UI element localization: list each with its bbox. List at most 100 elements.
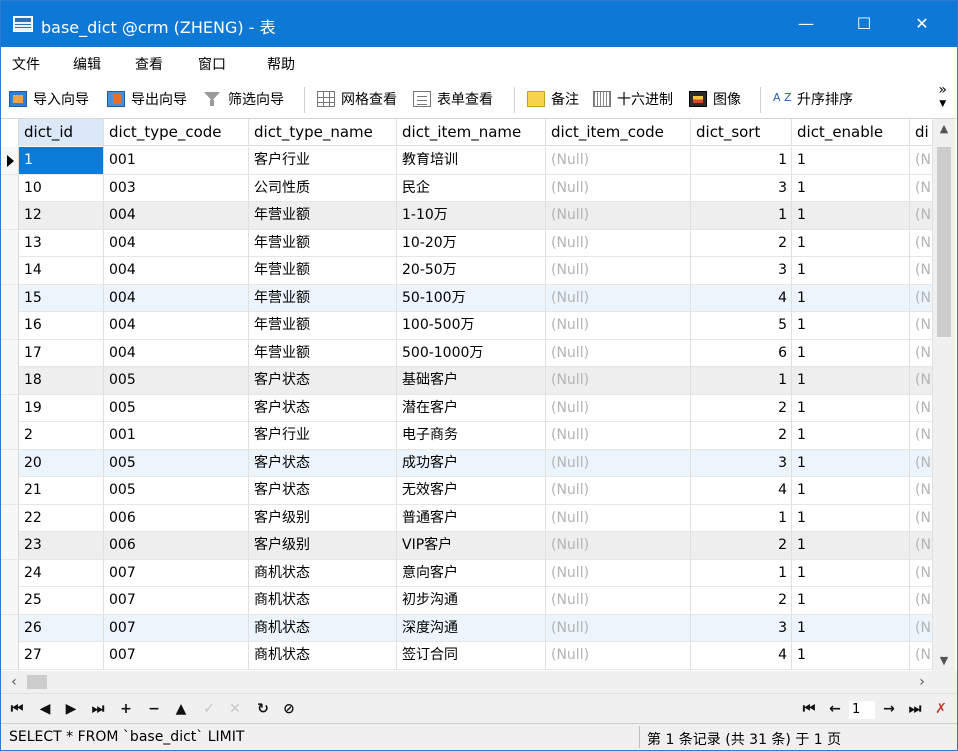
- cell-dict-sort[interactable]: 2: [691, 587, 792, 614]
- cell-dict-type-code[interactable]: 007: [104, 642, 249, 669]
- cell-truncated[interactable]: (N: [910, 477, 933, 504]
- cell-dict-item-code[interactable]: (Null): [546, 367, 691, 394]
- cell-dict-type-name[interactable]: 商机状态: [249, 559, 397, 587]
- cell-dict-item-name[interactable]: 潜在客户: [397, 394, 546, 422]
- cell-dict-enable[interactable]: 1: [792, 202, 910, 229]
- table-row[interactable]: 24 007 商机状态 意向客户 (Null) 1 1 (N: [1, 559, 941, 587]
- scroll-up-icon[interactable]: ▲: [933, 119, 955, 139]
- table-row[interactable]: 19 005 客户状态 潜在客户 (Null) 2 1 (N: [1, 394, 941, 422]
- cell-dict-id[interactable]: 10: [19, 174, 104, 202]
- cell-dict-item-code[interactable]: (Null): [546, 449, 691, 477]
- cell-dict-item-name[interactable]: 教育培训: [397, 147, 546, 174]
- scroll-down-icon[interactable]: ▼: [933, 651, 955, 671]
- cell-dict-type-code[interactable]: 001: [104, 147, 249, 174]
- cell-dict-type-name[interactable]: 客户行业: [249, 422, 397, 449]
- first-page-icon[interactable]: ⏮: [799, 699, 819, 719]
- row-selector[interactable]: [1, 449, 19, 477]
- cell-dict-sort[interactable]: 1: [691, 367, 792, 394]
- cell-dict-enable[interactable]: 1: [792, 504, 910, 532]
- column-header-dict-enable[interactable]: dict_enable: [792, 119, 910, 146]
- delete-record-icon[interactable]: −: [144, 699, 164, 719]
- scroll-right-icon[interactable]: ›: [911, 671, 933, 693]
- cell-dict-id[interactable]: 15: [19, 284, 104, 312]
- table-row[interactable]: 27 007 商机状态 签订合同 (Null) 4 1 (N: [1, 642, 941, 670]
- cell-truncated[interactable]: (N: [910, 642, 933, 669]
- cell-dict-item-name[interactable]: 电子商务: [397, 422, 546, 449]
- import-wizard-button[interactable]: 导入向导: [9, 89, 89, 109]
- cell-dict-item-code[interactable]: (Null): [546, 559, 691, 587]
- cell-dict-item-code[interactable]: (Null): [546, 394, 691, 422]
- cell-dict-type-name[interactable]: 公司性质: [249, 174, 397, 202]
- cell-dict-id[interactable]: 18: [19, 367, 104, 394]
- cell-truncated[interactable]: (N: [910, 532, 933, 559]
- cell-dict-sort[interactable]: 3: [691, 614, 792, 642]
- cell-dict-item-code[interactable]: (Null): [546, 257, 691, 284]
- menu-edit[interactable]: 编辑: [73, 54, 101, 74]
- cancel-icon[interactable]: ✕: [225, 699, 245, 719]
- row-selector[interactable]: [1, 284, 19, 312]
- cell-dict-enable[interactable]: 1: [792, 532, 910, 559]
- cell-dict-id[interactable]: 26: [19, 614, 104, 642]
- cell-dict-enable[interactable]: 1: [792, 284, 910, 312]
- column-header-dict-type-code[interactable]: dict_type_code: [104, 119, 249, 146]
- cell-dict-sort[interactable]: 3: [691, 174, 792, 202]
- cell-dict-type-code[interactable]: 004: [104, 257, 249, 284]
- cell-dict-item-name[interactable]: 签订合同: [397, 642, 546, 669]
- cell-dict-item-name[interactable]: VIP客户: [397, 532, 546, 559]
- cell-dict-sort[interactable]: 3: [691, 449, 792, 477]
- cell-dict-id[interactable]: 21: [19, 477, 104, 504]
- move-up-icon[interactable]: ▲: [171, 699, 191, 719]
- cell-dict-sort[interactable]: 5: [691, 312, 792, 339]
- cell-dict-enable[interactable]: 1: [792, 587, 910, 614]
- cell-dict-item-name[interactable]: 1-10万: [397, 202, 546, 229]
- row-selector[interactable]: [1, 257, 19, 284]
- cell-dict-sort[interactable]: 1: [691, 559, 792, 587]
- column-header-dict-type-name[interactable]: dict_type_name: [249, 119, 397, 146]
- cell-dict-item-code[interactable]: (Null): [546, 422, 691, 449]
- table-row[interactable]: 2 001 客户行业 电子商务 (Null) 2 1 (N: [1, 422, 941, 450]
- cell-truncated[interactable]: (N: [910, 367, 933, 394]
- cell-dict-item-code[interactable]: (Null): [546, 477, 691, 504]
- row-selector[interactable]: [1, 587, 19, 614]
- cell-dict-sort[interactable]: 1: [691, 202, 792, 229]
- cell-dict-id[interactable]: 13: [19, 229, 104, 257]
- cell-dict-sort[interactable]: 4: [691, 642, 792, 669]
- maximize-button[interactable]: ☐: [841, 1, 887, 47]
- cell-dict-item-code[interactable]: (Null): [546, 587, 691, 614]
- cell-dict-type-code[interactable]: 004: [104, 202, 249, 229]
- menu-window[interactable]: 窗口: [198, 54, 226, 74]
- cell-truncated[interactable]: (N: [910, 284, 933, 312]
- cell-dict-item-name[interactable]: 100-500万: [397, 312, 546, 339]
- next-page-icon[interactable]: →: [879, 699, 899, 719]
- table-row[interactable]: 21 005 客户状态 无效客户 (Null) 4 1 (N: [1, 477, 941, 505]
- page-number-input[interactable]: 1: [849, 701, 875, 719]
- hex-button[interactable]: 十六进制: [593, 89, 673, 109]
- cell-dict-type-code[interactable]: 003: [104, 174, 249, 202]
- cell-dict-enable[interactable]: 1: [792, 642, 910, 669]
- cell-dict-id[interactable]: 27: [19, 642, 104, 669]
- cell-dict-type-code[interactable]: 006: [104, 504, 249, 532]
- table-row[interactable]: 13 004 年营业额 10-20万 (Null) 2 1 (N: [1, 229, 941, 257]
- column-header-truncated[interactable]: di: [910, 119, 933, 146]
- cell-dict-enable[interactable]: 1: [792, 614, 910, 642]
- cell-dict-type-name[interactable]: 客户状态: [249, 477, 397, 504]
- first-record-icon[interactable]: ⏮: [7, 699, 27, 719]
- cell-truncated[interactable]: (N: [910, 257, 933, 284]
- cell-truncated[interactable]: (N: [910, 147, 933, 174]
- row-selector[interactable]: [1, 642, 19, 669]
- vertical-scroll-thumb[interactable]: [937, 147, 951, 337]
- cell-dict-item-code[interactable]: (Null): [546, 174, 691, 202]
- table-row[interactable]: 18 005 客户状态 基础客户 (Null) 1 1 (N: [1, 367, 941, 395]
- cell-dict-type-name[interactable]: 年营业额: [249, 284, 397, 312]
- cell-dict-id[interactable]: 2: [19, 422, 104, 449]
- cell-dict-type-name[interactable]: 客户级别: [249, 532, 397, 559]
- column-header-dict-item-name[interactable]: dict_item_name: [397, 119, 546, 146]
- cell-truncated[interactable]: (N: [910, 312, 933, 339]
- row-selector[interactable]: [1, 367, 19, 394]
- cell-dict-item-code[interactable]: (Null): [546, 312, 691, 339]
- memo-button[interactable]: 备注: [527, 89, 579, 109]
- cell-dict-type-code[interactable]: 001: [104, 422, 249, 449]
- row-selector[interactable]: [1, 559, 19, 587]
- cell-dict-item-name[interactable]: 500-1000万: [397, 339, 546, 367]
- cell-dict-sort[interactable]: 6: [691, 339, 792, 367]
